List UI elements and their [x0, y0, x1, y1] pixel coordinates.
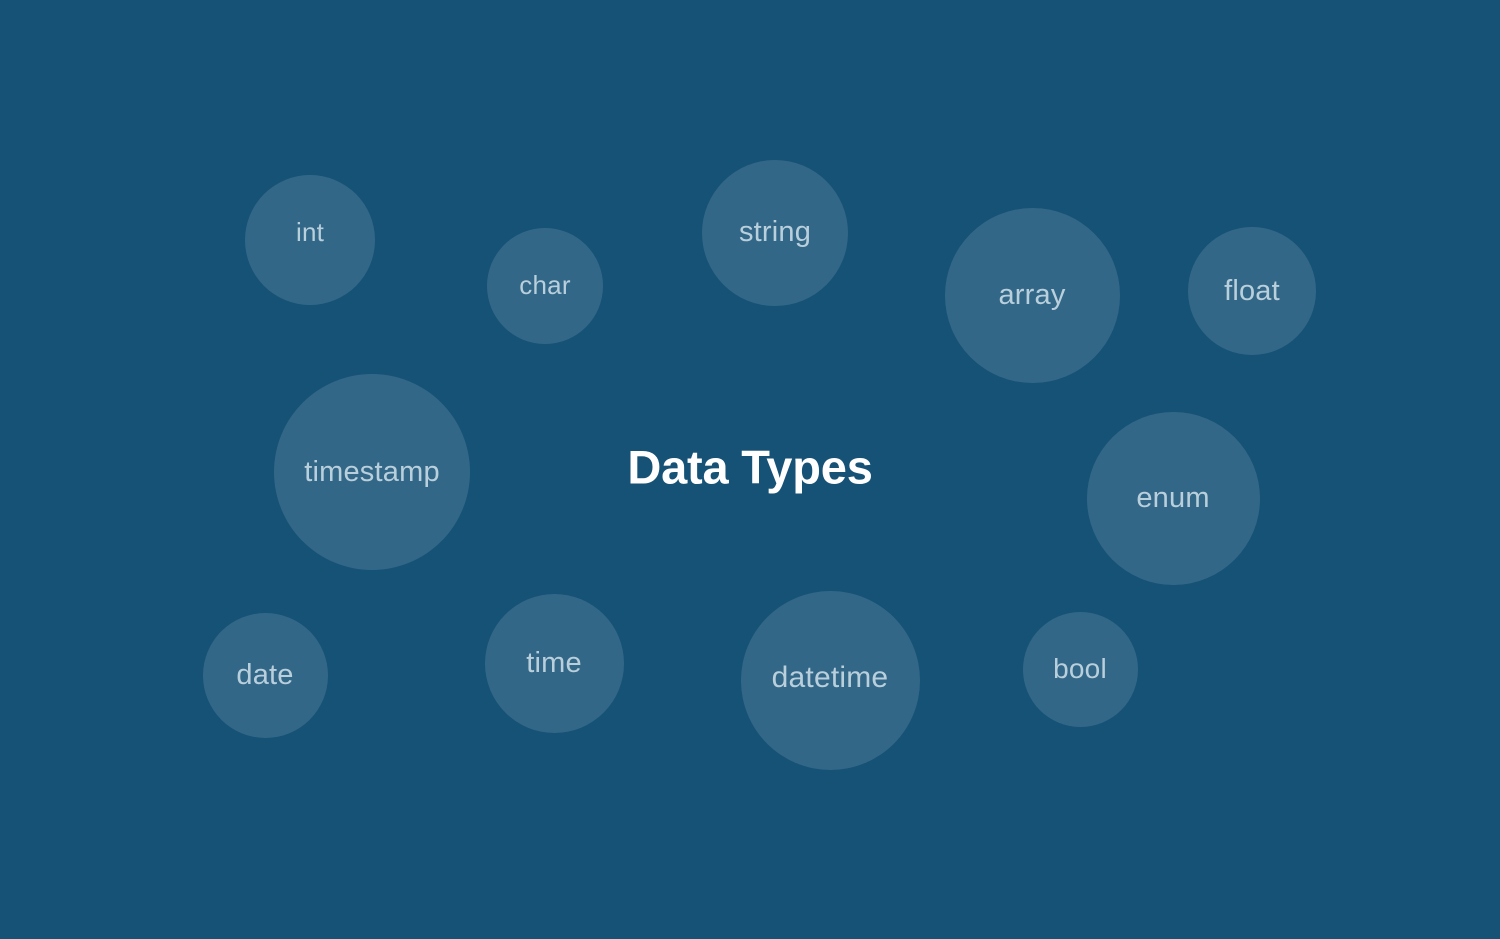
bubble-label: string: [738, 215, 812, 248]
bubble-label: date: [236, 658, 294, 691]
bubble-label: timestamp: [304, 455, 440, 488]
bubble-label: float: [1224, 274, 1280, 307]
bubble-array[interactable]: array: [944, 207, 1120, 383]
bubble-label: int: [295, 217, 325, 247]
bubble-label: datetime: [771, 661, 889, 694]
bubble-label: enum: [1136, 481, 1210, 514]
bubble-label: char: [519, 270, 571, 300]
bubble-char[interactable]: char: [487, 228, 603, 344]
bubble-int[interactable]: int: [245, 175, 375, 305]
bubble-datetime[interactable]: datetime: [740, 590, 920, 770]
bubble-timestamp[interactable]: timestamp: [274, 374, 470, 570]
page-title: Data Types: [627, 440, 873, 494]
bubble-bool[interactable]: bool: [1022, 611, 1138, 727]
bubble-label: time: [526, 646, 582, 679]
bubble-string[interactable]: string: [702, 160, 848, 306]
bubble-label: bool: [1053, 653, 1107, 684]
bubble-chart-canvas: int char string array float timestamp enum date…: [0, 0, 1500, 939]
bubble-float[interactable]: float: [1188, 227, 1316, 355]
bubble-time[interactable]: time: [484, 593, 624, 733]
bubble-enum[interactable]: enum: [1086, 411, 1260, 585]
bubble-label: array: [998, 278, 1066, 311]
bubble-date[interactable]: date: [202, 612, 328, 738]
